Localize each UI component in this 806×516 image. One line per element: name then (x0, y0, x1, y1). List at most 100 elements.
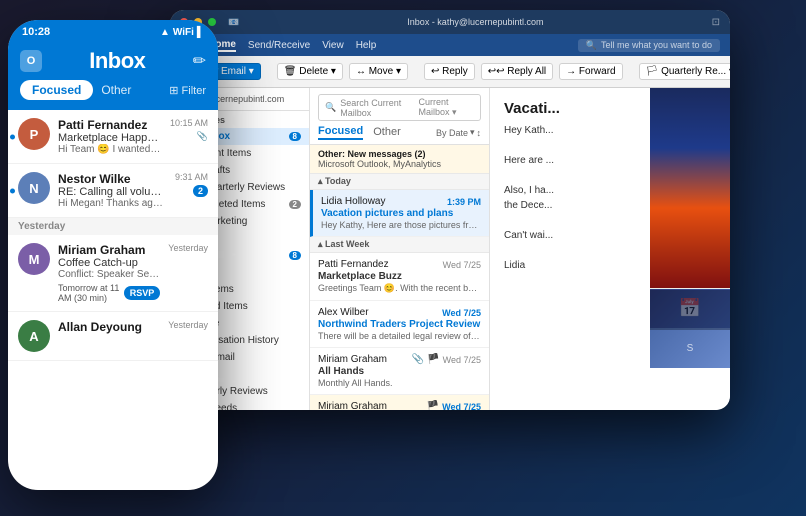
phone-time: 10:28 (22, 26, 50, 38)
email-sender: Patti Fernandez (318, 259, 389, 270)
city-image (650, 88, 730, 288)
reply-button[interactable]: ↩ Reply (424, 63, 475, 80)
email-time: 1:39 PM (447, 197, 481, 207)
sort-label: By Date (436, 128, 468, 138)
email-time: Yesterday (168, 243, 208, 253)
outlook-email-list-panel: 🔍 Search Current Mailbox Current Mailbox… (310, 88, 490, 410)
phone-tab-focused[interactable]: Focused (20, 80, 93, 100)
email-preview: Conflict: Speaker Series: Women in ... (58, 269, 160, 280)
search-placeholder: Search Current Mailbox (340, 98, 414, 118)
maximize-dot[interactable] (208, 18, 216, 26)
email-date: Wed 7/25 (442, 402, 481, 411)
email-subject: Marketplace Buzz (318, 271, 481, 282)
list-item[interactable]: Miriam Graham 🏴 Wed 7/25 Marketing Strat… (310, 395, 489, 410)
phone-tab-other[interactable]: Other (101, 83, 131, 97)
email-time: 10:15 AM (170, 118, 208, 128)
email-subject: RE: Calling all volunteers (58, 186, 167, 198)
forward-button[interactable]: → Forward (559, 63, 622, 80)
email-sender: Miriam Graham (58, 243, 160, 257)
email-item-header: Miriam Graham 🏴 Wed 7/25 (318, 401, 481, 410)
other-source-label: Microsoft Outlook, MyAnalytics (318, 159, 441, 169)
delete-button[interactable]: 🗑 Delete ▾ (277, 63, 343, 80)
focused-other-tabs: Focused Other By Date ▾ ↕ (318, 125, 481, 140)
outlook-titlebar: 📧 Inbox - kathy@lucernepubintl.com ⊡ (170, 10, 730, 34)
flag-icon: 🏴 (427, 401, 439, 410)
quarterly-review-button[interactable]: 🏳 Quarterly Re... ▾ (639, 63, 730, 80)
avatar: M (18, 243, 50, 275)
list-item[interactable]: Lidia Holloway 1:39 PM Vacation pictures… (310, 190, 489, 237)
email-preview: Hi Megan! Thanks again for setting this … (58, 198, 167, 209)
email-meta: 10:15 AM 📎 (170, 118, 208, 142)
search-bar[interactable]: 🔍 Search Current Mailbox Current Mailbox… (318, 94, 481, 121)
email-preview: Hi Team 😊 I wanted to share an interesti… (58, 144, 162, 155)
email-sender: Patti Fernandez (58, 118, 162, 132)
avatar: P (18, 118, 50, 150)
email-date: Wed 7/25 (443, 355, 481, 365)
sort-order-icon: ↕ (477, 128, 482, 138)
email-sender: Lidia Holloway (321, 196, 385, 207)
other-count-label: Other: New messages (2) (318, 149, 426, 159)
list-item[interactable]: M Miriam Graham Coffee Catch-up Conflict… (8, 235, 218, 312)
outlook-main: kathy@lucernepubintl.com ▾ Favorites 📥 I… (170, 88, 730, 410)
list-item[interactable]: Miriam Graham 📎 🏴 Wed 7/25 All Hands Mon… (310, 348, 489, 395)
avatar: A (18, 320, 50, 352)
search-icon: 🔍 (586, 40, 597, 51)
phone-compose-icon[interactable]: ✏ (193, 51, 206, 71)
sort-chevron: ▾ (470, 127, 475, 138)
phone-filter-btn[interactable]: ⊞ Filter (169, 84, 206, 97)
menu-send-receive[interactable]: Send/Receive (248, 40, 310, 51)
move-button[interactable]: ↔ Move ▾ (349, 63, 408, 80)
rsvp-button[interactable]: RSVP (124, 286, 161, 300)
outlook-icon: O (20, 50, 42, 72)
reading-pane-image: 📅 S (650, 88, 730, 410)
other-messages-banner[interactable]: Other: New messages (2) Microsoft Outloo… (310, 145, 489, 174)
tell-me-search[interactable]: 🔍 Tell me what you want to do (578, 39, 720, 52)
email-preview: Monthly All Hands. (318, 378, 481, 388)
list-item[interactable]: P Patti Fernandez Marketplace Happenings… (8, 110, 218, 164)
sort-selector[interactable]: By Date ▾ ↕ (436, 127, 481, 138)
list-item[interactable]: N Nestor Wilke RE: Calling all volunteer… (8, 164, 218, 218)
email-time: 9:31 AM (175, 172, 208, 182)
email-item-header: Alex Wilber Wed 7/25 (318, 307, 481, 318)
email-meta: Yesterday (168, 243, 208, 253)
email-date: Wed 7/25 (442, 308, 481, 318)
list-item[interactable]: Patti Fernandez Wed 7/25 Marketplace Buz… (310, 253, 489, 301)
email-subject: Northwind Traders Project Review (318, 319, 481, 330)
deleted-badge: 2 (289, 200, 301, 209)
list-item[interactable]: Alex Wilber Wed 7/25 Northwind Traders P… (310, 301, 489, 348)
outlook-logo: 📧 (228, 17, 239, 28)
outlook-ribbon: ✉ New Email ▾ 🗑 Delete ▾ ↔ Move ▾ ↩ Repl… (170, 56, 730, 88)
menu-help[interactable]: Help (356, 40, 377, 51)
unread-badge: 2 (193, 185, 208, 197)
email-sender: Allan Deyoung (58, 320, 160, 334)
attachment-icon: 📎 (412, 354, 424, 365)
current-mailbox-selector[interactable]: Current Mailbox ▾ (419, 97, 474, 118)
email-subject: Marketplace Happenings (58, 132, 162, 144)
date-separator: Yesterday (8, 218, 218, 235)
folder-badge: 8 (289, 251, 301, 260)
email-body: Nestor Wilke RE: Calling all volunteers … (58, 172, 167, 209)
tab-focused[interactable]: Focused (318, 125, 363, 140)
titlebar-expand[interactable]: ⊡ (712, 17, 720, 28)
email-body: Allan Deyoung (58, 320, 160, 334)
email-preview: Greetings Team 😊. With the recent buzz i… (318, 283, 481, 294)
menu-view[interactable]: View (322, 40, 344, 51)
search-icon: 🔍 (325, 102, 336, 113)
horizon-overlay (650, 290, 730, 330)
email-sender: Alex Wilber (318, 307, 369, 318)
list-item[interactable]: A Allan Deyoung Yesterday (8, 312, 218, 361)
outlook-menubar: File Home Send/Receive View Help 🔍 Tell … (170, 34, 730, 56)
outlook-reading-pane: Vacati... Hey Kath... Here are ... Also,… (490, 88, 730, 410)
email-meta: 9:31 AM 2 (175, 172, 208, 197)
phone-header: O Inbox ✏ Focused Other ⊞ Filter (8, 42, 218, 110)
email-list-header: 🔍 Search Current Mailbox Current Mailbox… (310, 88, 489, 145)
image-label: S (687, 343, 694, 354)
email-sender: Miriam Graham (318, 354, 387, 365)
email-subject: All Hands (318, 366, 481, 377)
tab-other[interactable]: Other (373, 126, 401, 139)
phone-email-list: P Patti Fernandez Marketplace Happenings… (8, 110, 218, 361)
reply-all-button[interactable]: ↩↩ Reply All (481, 63, 553, 80)
email-item-header: Lidia Holloway 1:39 PM (321, 196, 481, 207)
email-item-header: Patti Fernandez Wed 7/25 (318, 259, 481, 270)
email-subject: Vacation pictures and plans (321, 208, 481, 219)
